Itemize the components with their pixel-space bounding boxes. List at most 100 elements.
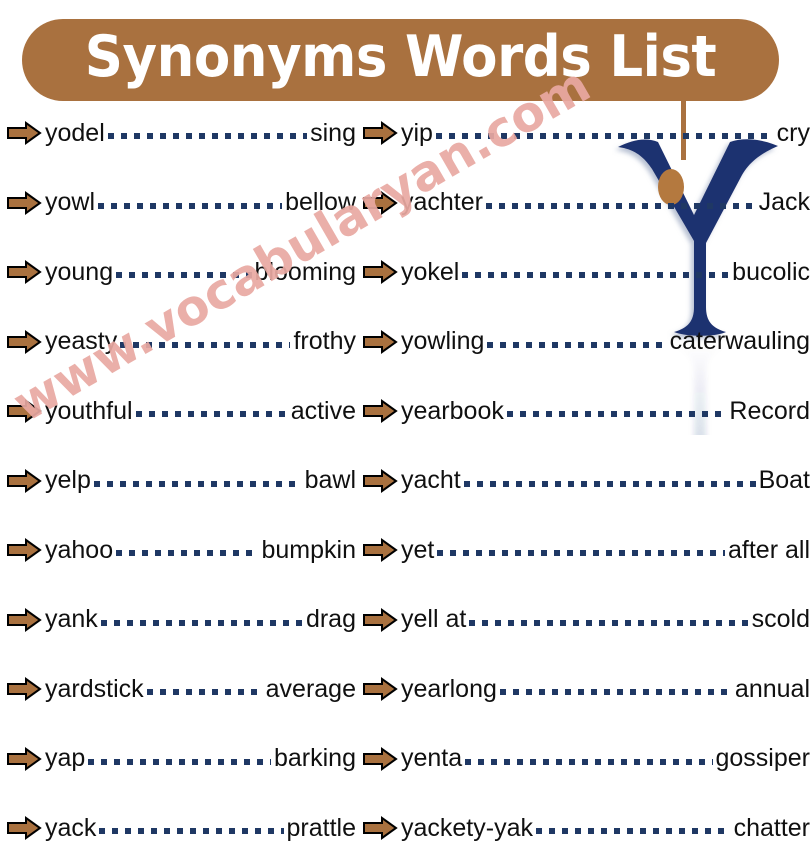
dotted-leader [499,677,732,701]
arrow-right-icon [7,816,42,840]
entry-synonym: Record [729,396,810,425]
arrow-right-icon [363,468,398,493]
arrow-right-icon [7,121,42,145]
entry-synonym: gossiper [715,744,810,772]
dotted-leader [506,399,727,423]
arrow-right-icon [7,607,42,632]
entry-synonym: active [290,396,356,425]
entry-synonym: bumpkin [261,535,357,564]
entry-synonym: after all [728,535,810,564]
synonym-entry: yeasty frothy [6,327,356,357]
entry-synonym: bawl [304,466,356,494]
dotted-leader [88,747,271,771]
arrow-right-icon [363,260,398,284]
synonym-entry: yap barking [6,744,356,774]
synonym-entry: yowling caterwauling [362,327,810,357]
arrow-right-icon [7,677,42,701]
entry-word: yip [401,118,433,147]
synonym-entry: yowl bellow [6,188,356,218]
arrow-right-icon [363,121,398,145]
synonym-entry: yackety-yak chatter [362,813,810,843]
entry-word: yearlong [401,674,497,703]
dotted-leader [116,538,259,562]
synonym-entry: youthful active [6,396,356,426]
dotted-leader [485,191,756,215]
synonym-entry: yardstick average [6,674,356,704]
synonym-entry: yokel bucolic [362,257,810,287]
entry-word: yacht [401,466,461,494]
dotted-leader [116,260,252,284]
arrow-right-icon [363,399,398,423]
synonym-columns: yodel sing yowl bellow young blooming yeast… [0,108,810,855]
entry-word: youthful [45,396,133,425]
dotted-leader [487,330,667,354]
arrow-right-icon [7,468,42,493]
entry-synonym: frothy [293,327,356,355]
dotted-leader [107,121,308,145]
right-column: yip cry yachter Jack yokel bucolic yowling c… [356,108,810,855]
dotted-leader [93,469,302,493]
arrow-right-icon [7,399,42,423]
entry-synonym: blooming [254,257,356,286]
entry-word: yank [45,605,98,633]
dotted-leader [463,469,756,493]
synonym-entry: yack prattle [6,813,356,843]
page-title: Synonyms Words List [84,24,717,90]
entry-synonym: annual [734,674,810,703]
entry-synonym: bucolic [732,257,810,286]
synonym-entry: yet after all [362,535,810,565]
dotted-leader [535,816,731,840]
dotted-leader [435,121,774,145]
dotted-leader [98,191,283,215]
dotted-leader [462,260,730,284]
dotted-leader [135,399,288,423]
entry-synonym: scold [751,605,810,633]
entry-synonym: Jack [758,188,810,216]
synonyms-word-list-page: Synonyms Words List www.vocabularyan.com… [0,0,810,855]
arrow-right-icon [7,260,42,284]
synonym-entry: yahoo bumpkin [6,535,356,565]
entry-word: yardstick [45,674,144,703]
entry-synonym: prattle [286,813,356,842]
arrow-right-icon [363,677,398,701]
synonym-entry: yelp bawl [6,466,356,496]
arrow-right-icon [363,816,398,840]
dotted-leader [99,816,284,840]
entry-synonym: Boat [758,466,810,494]
arrow-right-icon [7,190,42,215]
entry-word: yahoo [45,535,114,564]
synonym-entry: young blooming [6,257,356,287]
entry-word: yell at [401,605,467,633]
arrow-right-icon [363,329,398,354]
entry-synonym: caterwauling [669,327,810,355]
entry-word: yodel [45,118,105,147]
entry-word: yowl [45,188,96,216]
arrow-right-icon [363,746,398,771]
entry-synonym: chatter [733,813,810,842]
entry-synonym: average [265,674,356,703]
dotted-leader [120,330,291,354]
synonym-entry: yell at scold [362,605,810,635]
entry-word: yeasty [45,327,118,355]
entry-word: yokel [401,257,460,286]
synonym-entry: yodel sing [6,118,356,148]
left-column: yodel sing yowl bellow young blooming yeast… [0,108,356,855]
synonym-entry: yachter Jack [362,188,810,218]
synonym-entry: yank drag [6,605,356,635]
entry-word: yackety-yak [401,813,533,842]
entry-synonym: barking [274,744,356,772]
arrow-right-icon [7,746,42,771]
entry-word: young [45,257,114,286]
arrow-right-icon [363,538,398,562]
synonym-entry: yenta gossiper [362,744,810,774]
entry-word: yelp [45,466,91,494]
entry-word: yachter [401,188,483,216]
dotted-leader [437,538,726,562]
entry-synonym: sing [310,118,356,147]
synonym-entry: yip cry [362,118,810,148]
dotted-leader [469,608,749,632]
synonym-entry: yearlong annual [362,674,810,704]
synonym-entry: yacht Boat [362,466,810,496]
entry-synonym: bellow [285,188,356,216]
dotted-leader [465,747,713,771]
